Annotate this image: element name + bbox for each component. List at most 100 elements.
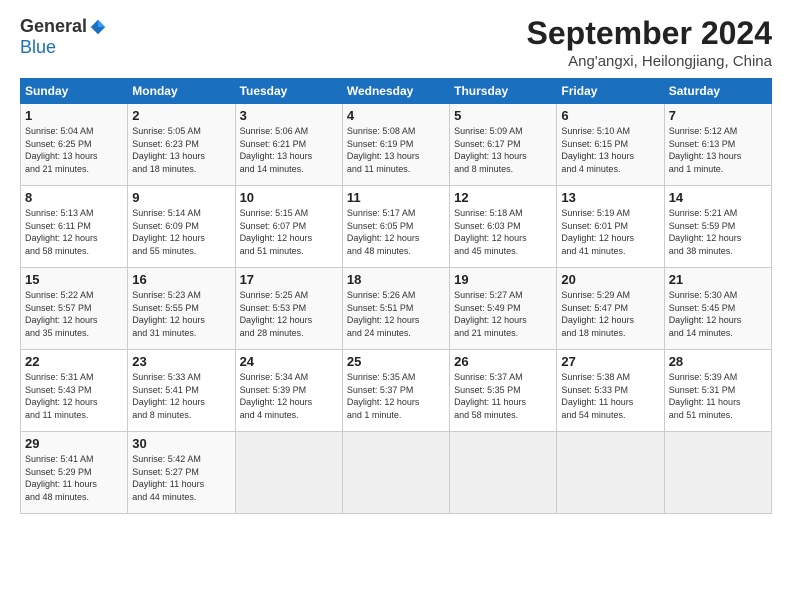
day-number: 16	[132, 272, 230, 287]
day-number: 29	[25, 436, 123, 451]
day-number: 7	[669, 108, 767, 123]
day-info: Sunrise: 5:18 AM Sunset: 6:03 PM Dayligh…	[454, 207, 552, 257]
calendar-week-row: 8 Sunrise: 5:13 AM Sunset: 6:11 PM Daylig…	[21, 186, 772, 268]
day-number: 10	[240, 190, 338, 205]
day-info: Sunrise: 5:08 AM Sunset: 6:19 PM Dayligh…	[347, 125, 445, 175]
calendar-cell: 18 Sunrise: 5:26 AM Sunset: 5:51 PM Dayli…	[342, 268, 449, 350]
calendar-cell: 9Sunrise: 5:14 AM Sunset: 6:09 PM Daylig…	[128, 186, 235, 268]
calendar-cell: 23 Sunrise: 5:33 AM Sunset: 5:41 PM Dayli…	[128, 350, 235, 432]
day-number: 21	[669, 272, 767, 287]
weekday-header-saturday: Saturday	[664, 79, 771, 104]
calendar-cell: 16 Sunrise: 5:23 AM Sunset: 5:55 PM Dayli…	[128, 268, 235, 350]
day-info: Sunrise: 5:22 AM Sunset: 5:57 PM Dayligh…	[25, 289, 123, 339]
day-info: Sunrise: 5:19 AM Sunset: 6:01 PM Dayligh…	[561, 207, 659, 257]
day-info: Sunrise: 5:42 AM Sunset: 5:27 PM Dayligh…	[132, 453, 230, 503]
calendar-cell: 10 Sunrise: 5:15 AM Sunset: 6:07 PM Dayli…	[235, 186, 342, 268]
calendar-week-row: 1Sunrise: 5:04 AM Sunset: 6:25 PM Daylig…	[21, 104, 772, 186]
day-number: 27	[561, 354, 659, 369]
calendar-cell: 26Sunrise: 5:37 AM Sunset: 5:35 PM Dayli…	[450, 350, 557, 432]
calendar-cell: 5 Sunrise: 5:09 AM Sunset: 6:17 PM Daylig…	[450, 104, 557, 186]
day-number: 15	[25, 272, 123, 287]
calendar-cell	[342, 432, 449, 514]
calendar-cell: 1Sunrise: 5:04 AM Sunset: 6:25 PM Daylig…	[21, 104, 128, 186]
day-number: 14	[669, 190, 767, 205]
calendar-cell: 20Sunrise: 5:29 AM Sunset: 5:47 PM Dayli…	[557, 268, 664, 350]
day-number: 1	[25, 108, 123, 123]
day-number: 2	[132, 108, 230, 123]
day-info: Sunrise: 5:37 AM Sunset: 5:35 PM Dayligh…	[454, 371, 552, 421]
header: General Blue September 2024 Ang'angxi, H…	[20, 16, 772, 70]
day-info: Sunrise: 5:30 AM Sunset: 5:45 PM Dayligh…	[669, 289, 767, 339]
day-number: 28	[669, 354, 767, 369]
weekday-header-row: SundayMondayTuesdayWednesdayThursdayFrid…	[21, 79, 772, 104]
day-number: 18	[347, 272, 445, 287]
day-number: 24	[240, 354, 338, 369]
weekday-header-wednesday: Wednesday	[342, 79, 449, 104]
page: General Blue September 2024 Ang'angxi, H…	[0, 0, 792, 612]
calendar-cell: 19 Sunrise: 5:27 AM Sunset: 5:49 PM Dayli…	[450, 268, 557, 350]
calendar-cell: 14 Sunrise: 5:21 AM Sunset: 5:59 PM Dayli…	[664, 186, 771, 268]
calendar-cell	[557, 432, 664, 514]
day-info: Sunrise: 5:09 AM Sunset: 6:17 PM Dayligh…	[454, 125, 552, 175]
day-info: Sunrise: 5:23 AM Sunset: 5:55 PM Dayligh…	[132, 289, 230, 339]
day-number: 8	[25, 190, 123, 205]
calendar-cell: 6 Sunrise: 5:10 AM Sunset: 6:15 PM Daylig…	[557, 104, 664, 186]
day-info: Sunrise: 5:29 AM Sunset: 5:47 PM Dayligh…	[561, 289, 659, 339]
day-number: 3	[240, 108, 338, 123]
day-info: Sunrise: 5:06 AM Sunset: 6:21 PM Dayligh…	[240, 125, 338, 175]
day-info: Sunrise: 5:38 AM Sunset: 5:33 PM Dayligh…	[561, 371, 659, 421]
calendar-cell: 12Sunrise: 5:18 AM Sunset: 6:03 PM Dayli…	[450, 186, 557, 268]
day-number: 11	[347, 190, 445, 205]
calendar-cell: 8 Sunrise: 5:13 AM Sunset: 6:11 PM Daylig…	[21, 186, 128, 268]
logo-blue-text: Blue	[20, 37, 56, 58]
day-number: 5	[454, 108, 552, 123]
day-info: Sunrise: 5:25 AM Sunset: 5:53 PM Dayligh…	[240, 289, 338, 339]
day-info: Sunrise: 5:15 AM Sunset: 6:07 PM Dayligh…	[240, 207, 338, 257]
day-number: 17	[240, 272, 338, 287]
day-info: Sunrise: 5:13 AM Sunset: 6:11 PM Dayligh…	[25, 207, 123, 257]
month-title: September 2024	[527, 16, 772, 51]
location: Ang'angxi, Heilongjiang, China	[527, 53, 772, 70]
day-info: Sunrise: 5:39 AM Sunset: 5:31 PM Dayligh…	[669, 371, 767, 421]
weekday-header-thursday: Thursday	[450, 79, 557, 104]
day-number: 13	[561, 190, 659, 205]
day-info: Sunrise: 5:26 AM Sunset: 5:51 PM Dayligh…	[347, 289, 445, 339]
logo: General Blue	[20, 16, 107, 58]
day-info: Sunrise: 5:33 AM Sunset: 5:41 PM Dayligh…	[132, 371, 230, 421]
weekday-header-friday: Friday	[557, 79, 664, 104]
calendar-cell: 4 Sunrise: 5:08 AM Sunset: 6:19 PM Daylig…	[342, 104, 449, 186]
day-info: Sunrise: 5:41 AM Sunset: 5:29 PM Dayligh…	[25, 453, 123, 503]
calendar-cell: 28 Sunrise: 5:39 AM Sunset: 5:31 PM Dayli…	[664, 350, 771, 432]
calendar-cell: 27 Sunrise: 5:38 AM Sunset: 5:33 PM Dayli…	[557, 350, 664, 432]
day-number: 23	[132, 354, 230, 369]
day-number: 30	[132, 436, 230, 451]
day-info: Sunrise: 5:14 AM Sunset: 6:09 PM Dayligh…	[132, 207, 230, 257]
title-block: September 2024 Ang'angxi, Heilongjiang, …	[527, 16, 772, 70]
day-number: 6	[561, 108, 659, 123]
calendar-week-row: 22Sunrise: 5:31 AM Sunset: 5:43 PM Dayli…	[21, 350, 772, 432]
calendar-cell: 22Sunrise: 5:31 AM Sunset: 5:43 PM Dayli…	[21, 350, 128, 432]
calendar-cell: 15 Sunrise: 5:22 AM Sunset: 5:57 PM Dayli…	[21, 268, 128, 350]
calendar-cell: 25Sunrise: 5:35 AM Sunset: 5:37 PM Dayli…	[342, 350, 449, 432]
weekday-header-monday: Monday	[128, 79, 235, 104]
day-info: Sunrise: 5:10 AM Sunset: 6:15 PM Dayligh…	[561, 125, 659, 175]
calendar-cell: 11Sunrise: 5:17 AM Sunset: 6:05 PM Dayli…	[342, 186, 449, 268]
calendar-cell: 3 Sunrise: 5:06 AM Sunset: 6:21 PM Daylig…	[235, 104, 342, 186]
day-info: Sunrise: 5:35 AM Sunset: 5:37 PM Dayligh…	[347, 371, 445, 421]
calendar-cell	[450, 432, 557, 514]
day-number: 19	[454, 272, 552, 287]
calendar-week-row: 15 Sunrise: 5:22 AM Sunset: 5:57 PM Dayli…	[21, 268, 772, 350]
calendar-cell	[235, 432, 342, 514]
calendar-cell: 13 Sunrise: 5:19 AM Sunset: 6:01 PM Dayli…	[557, 186, 664, 268]
logo-icon	[89, 18, 107, 36]
day-info: Sunrise: 5:05 AM Sunset: 6:23 PM Dayligh…	[132, 125, 230, 175]
day-number: 4	[347, 108, 445, 123]
day-info: Sunrise: 5:27 AM Sunset: 5:49 PM Dayligh…	[454, 289, 552, 339]
calendar-cell: 24 Sunrise: 5:34 AM Sunset: 5:39 PM Dayli…	[235, 350, 342, 432]
logo-general-text: General	[20, 16, 87, 37]
day-info: Sunrise: 5:21 AM Sunset: 5:59 PM Dayligh…	[669, 207, 767, 257]
calendar-cell: 17 Sunrise: 5:25 AM Sunset: 5:53 PM Dayli…	[235, 268, 342, 350]
day-info: Sunrise: 5:34 AM Sunset: 5:39 PM Dayligh…	[240, 371, 338, 421]
calendar-week-row: 29 Sunrise: 5:41 AM Sunset: 5:29 PM Dayli…	[21, 432, 772, 514]
day-info: Sunrise: 5:12 AM Sunset: 6:13 PM Dayligh…	[669, 125, 767, 175]
